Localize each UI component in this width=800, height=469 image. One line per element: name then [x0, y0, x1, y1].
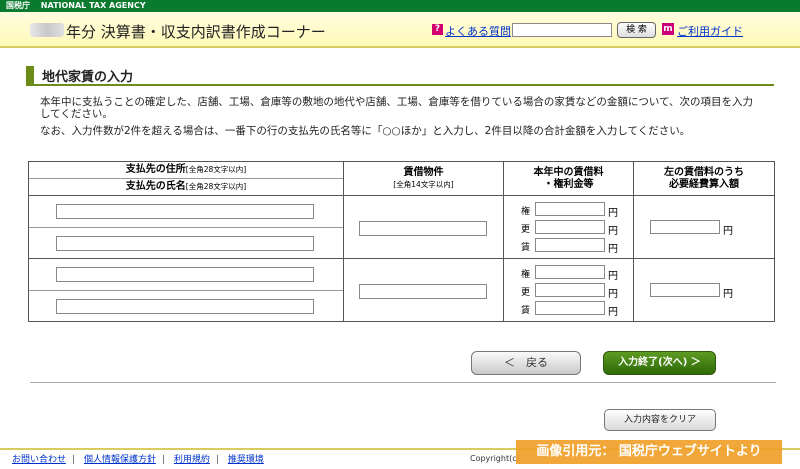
- section-title: 地代家賃の入力: [42, 70, 134, 85]
- agency-name-en: NATIONAL TAX AGENCY: [40, 1, 146, 10]
- section-heading: 地代家賃の入力: [26, 64, 774, 86]
- header-payee-name-note: [全角28文字以内]: [185, 182, 247, 191]
- year-redacted: [30, 23, 64, 37]
- guide-book-icon: m: [662, 23, 674, 35]
- expense-input[interactable]: [650, 220, 720, 234]
- user-guide-link[interactable]: ご利用ガイド: [677, 23, 743, 39]
- payee-name-input[interactable]: [56, 299, 314, 314]
- terms-link[interactable]: 利用規約: [174, 455, 210, 465]
- instruction-text-2: なお、入力件数が2件を超える場合は、一番下の行の支払先の氏名等に「○○ほか」と入…: [40, 125, 691, 137]
- header-rent-line2: ・権利金等: [543, 178, 594, 190]
- agency-name-jp: 国税庁: [6, 1, 30, 10]
- koushinryo-input[interactable]: [535, 283, 605, 297]
- finish-input-next-button[interactable]: 入力終了(次へ) ＞: [603, 351, 716, 375]
- footer-links: お問い合わせ | 個人情報保護方針 | 利用規約 | 推奨環境: [12, 455, 264, 465]
- chinryo-input[interactable]: [535, 238, 605, 252]
- payee-cell: [28, 258, 344, 322]
- header-expense-line2: 必要経費算入額: [669, 178, 739, 190]
- chinryo-input[interactable]: [535, 301, 605, 315]
- page-title: 年分 決算書・収支内訳書作成コーナー: [66, 23, 326, 41]
- section-marker: [26, 66, 34, 84]
- payee-address-input[interactable]: [56, 267, 314, 282]
- property-input[interactable]: [359, 284, 487, 299]
- header-rent-line1: 本年中の賃借料: [533, 166, 604, 178]
- question-icon: ?: [432, 24, 443, 35]
- header-payee-address-note: [全角28文字以内]: [185, 165, 247, 174]
- expense-cell: 円: [633, 195, 775, 259]
- kenrikin-input[interactable]: [535, 265, 605, 279]
- table-row: 権 円 更 円 賃 円 円: [28, 258, 775, 322]
- payee-cell: [28, 195, 344, 259]
- payee-address-input[interactable]: [56, 204, 314, 219]
- header-rent-amount: 本年中の賃借料 ・権利金等: [503, 161, 634, 196]
- search-input[interactable]: [512, 23, 612, 37]
- koushinryo-input[interactable]: [535, 220, 605, 234]
- expense-cell: 円: [633, 258, 775, 322]
- divider: [30, 382, 776, 383]
- property-input[interactable]: [359, 221, 487, 236]
- header-property-label: 賃借物件: [403, 166, 444, 178]
- back-button[interactable]: ＜ 戻る: [471, 351, 581, 375]
- header-expense-line1: 左の賃借料のうち: [664, 166, 744, 178]
- header-payee-address: 支払先の住所: [125, 164, 186, 175]
- rent-input-table: 支払先の住所[全角28文字以内] 支払先の氏名[全角28文字以内] 賃借物件 […: [28, 161, 775, 322]
- expense-input[interactable]: [650, 283, 720, 297]
- table-row: 権 円 更 円 賃 円 円: [28, 195, 775, 259]
- page-header: 年分 決算書・収支内訳書作成コーナー ? よくある質問 検 索 m ご利用ガイド: [0, 12, 800, 48]
- contact-link[interactable]: お問い合わせ: [12, 455, 66, 465]
- agency-top-bar: 国税庁 NATIONAL TAX AGENCY: [0, 0, 800, 12]
- search-button[interactable]: 検 索: [617, 22, 656, 38]
- kenrikin-input[interactable]: [535, 202, 605, 216]
- rent-cell: 権 円 更 円 賃 円: [503, 258, 634, 322]
- header-payee: 支払先の住所[全角28文字以内] 支払先の氏名[全角28文字以内]: [28, 161, 344, 196]
- payee-name-input[interactable]: [56, 236, 314, 251]
- header-property: 賃借物件 [全角14文字以内]: [343, 161, 504, 196]
- property-cell: [343, 195, 504, 259]
- recommended-env-link[interactable]: 推奨環境: [228, 455, 264, 465]
- faq-link[interactable]: よくある質問: [445, 23, 511, 39]
- privacy-link[interactable]: 個人情報保護方針: [84, 455, 156, 465]
- header-payee-name: 支払先の氏名: [125, 181, 186, 192]
- instruction-text-1: 本年中に支払うことの確定した、店舗、工場、倉庫等の敷地の地代や店舗、工場、倉庫等…: [40, 96, 754, 120]
- header-expense: 左の賃借料のうち 必要経費算入額: [633, 161, 775, 196]
- rent-cell: 権 円 更 円 賃 円: [503, 195, 634, 259]
- clear-input-button[interactable]: 入力内容をクリア: [604, 409, 716, 431]
- source-watermark: 画像引用元： 国税庁ウェブサイトより: [516, 440, 782, 464]
- copyright: Copyright(c): [470, 454, 520, 463]
- header-property-note: [全角14文字以内]: [393, 179, 454, 189]
- property-cell: [343, 258, 504, 322]
